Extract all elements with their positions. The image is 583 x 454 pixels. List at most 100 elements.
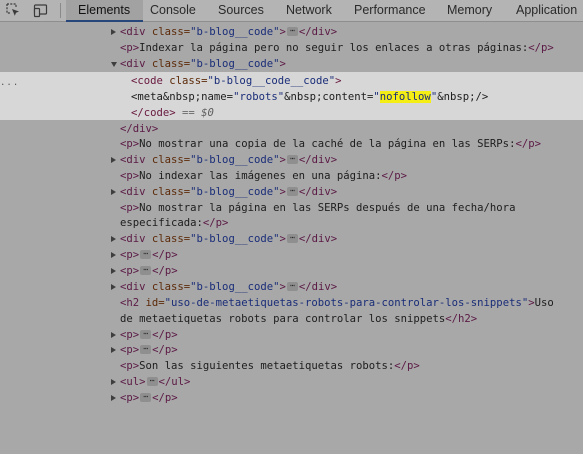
tree-node-p-collapsed[interactable]: <p> ⋯ </p>: [0, 247, 583, 263]
tab-network-label: Network: [286, 3, 332, 17]
tree-node-p[interactable]: <p>No indexar las imágenes en una página…: [0, 168, 583, 184]
ellipsis-badge[interactable]: ⋯: [146, 376, 158, 386]
ellipsis-badge[interactable]: ⋯: [286, 233, 298, 243]
tag-end: </div>: [298, 154, 338, 166]
node-text: Indexar la página pero no seguir los enl…: [139, 42, 529, 54]
attr-name: class=: [162, 75, 208, 87]
tree-node-div-collapsed[interactable]: <div class="b-blog__code"> ⋯ </div>: [0, 184, 583, 200]
expand-arrow-icon[interactable]: [111, 284, 116, 290]
ellipsis-badge[interactable]: ⋯: [286, 26, 298, 36]
tag-open: <p>: [120, 138, 140, 150]
tree-node-p-collapsed[interactable]: <p> ⋯ </p>: [0, 390, 583, 406]
tree-node-p[interactable]: <p>Son las siguientes metaetiquetas robo…: [0, 358, 583, 374]
tag-close: </p>: [515, 138, 541, 150]
expand-arrow-icon[interactable]: [111, 268, 116, 274]
devtools-toolbar: Elements Console Sources Network Perform…: [0, 0, 583, 22]
node-text: especificada:: [120, 217, 203, 229]
tag-close: >: [279, 58, 286, 70]
tree-node-p-continued[interactable]: especificada:</p>: [0, 215, 583, 231]
device-toolbar-icon[interactable]: [33, 3, 48, 18]
tag-open: <h2: [120, 297, 140, 309]
expand-arrow-icon[interactable]: [111, 236, 116, 242]
tag-end: </div>: [298, 233, 338, 245]
expand-arrow-icon[interactable]: [111, 395, 116, 401]
tree-node-p[interactable]: <p>No mostrar una copia de la caché de l…: [0, 136, 583, 152]
tag-end: </p>: [152, 265, 178, 277]
tag-end: </p>: [152, 329, 178, 341]
tag-close: </div>: [120, 123, 159, 135]
tag-open: <p>: [120, 392, 140, 404]
tree-node-text-meta[interactable]: <meta&nbsp;name="robots"&nbsp;content="n…: [0, 89, 583, 105]
node-text: No mostrar una copia de la caché de la p…: [139, 138, 516, 150]
expand-arrow-icon[interactable]: [111, 332, 116, 338]
ellipsis-badge[interactable]: ⋯: [140, 249, 152, 259]
collapse-arrow-icon[interactable]: [111, 62, 117, 67]
ellipsis-badge[interactable]: ⋯: [286, 154, 298, 164]
tag-open: <p>: [120, 344, 140, 356]
tree-node-p[interactable]: <p>Indexar la página pero no seguir los …: [0, 40, 583, 56]
tab-console[interactable]: Console: [150, 0, 196, 21]
tag-end: </ul>: [158, 376, 191, 388]
tab-console-label: Console: [150, 3, 196, 17]
tab-network[interactable]: Network: [286, 0, 332, 21]
tree-node-h2-continued[interactable]: de metaetiquetas robots para controlar l…: [0, 311, 583, 327]
tag-end: </p>: [152, 249, 178, 261]
tab-memory[interactable]: Memory: [447, 0, 492, 21]
expand-arrow-icon[interactable]: [111, 189, 116, 195]
expand-arrow-icon[interactable]: [111, 347, 116, 353]
ellipsis-badge[interactable]: ⋯: [286, 186, 298, 196]
expand-arrow-icon[interactable]: [111, 252, 116, 258]
tag-open: <p>: [120, 265, 140, 277]
tab-elements[interactable]: Elements: [66, 0, 143, 22]
attr-name: class=: [145, 233, 191, 245]
expand-arrow-icon[interactable]: [111, 157, 116, 163]
tab-application[interactable]: Application: [516, 0, 577, 21]
attr-value: "b-blog__code": [190, 281, 280, 293]
attr-value: "b-blog__code": [190, 58, 280, 70]
inspect-element-icon[interactable]: [6, 3, 21, 18]
node-text: de metaetiquetas robots para controlar l…: [120, 313, 446, 325]
tag-close: >: [335, 75, 342, 87]
ellipsis-badge[interactable]: ⋯: [140, 344, 152, 354]
tag-close: >: [279, 26, 286, 38]
ellipsis-badge[interactable]: ⋯: [140, 265, 152, 275]
expand-arrow-icon[interactable]: [111, 29, 116, 35]
attr-name: class=: [145, 281, 191, 293]
tree-node-h2[interactable]: <h2 id="uso-de-metaetiquetas-robots-para…: [0, 295, 583, 311]
tree-node-div-collapsed[interactable]: <div class="b-blog__code"> ⋯ </div>: [0, 152, 583, 168]
tree-node-p[interactable]: <p>No mostrar la página en las SERPs des…: [0, 200, 583, 216]
tree-node-p-collapsed[interactable]: <p> ⋯ </p>: [0, 327, 583, 343]
ellipsis-badge[interactable]: ⋯: [286, 281, 298, 291]
tree-node-div-collapsed[interactable]: <div class="b-blog__code"> ⋯ </div>: [0, 279, 583, 295]
tree-node-code-close[interactable]: </code> == $0: [0, 105, 583, 121]
tag-close: >: [279, 154, 286, 166]
toolbar-divider: [60, 3, 61, 18]
tree-node-div-collapsed[interactable]: <div class="b-blog__code"> ⋯ </div>: [0, 231, 583, 247]
text-segment: "robots": [233, 91, 285, 103]
tag-open: <p>: [120, 202, 140, 214]
equals-marker: ==: [175, 107, 202, 119]
tab-memory-label: Memory: [447, 3, 493, 17]
tab-elements-label: Elements: [78, 3, 131, 17]
expand-arrow-icon[interactable]: [111, 379, 116, 385]
tab-sources[interactable]: Sources: [218, 0, 264, 21]
ellipsis-badge[interactable]: ⋯: [140, 329, 152, 339]
elements-dom-tree: ... <div class="b-blog__code"> ⋯ </div> <p…: [0, 22, 583, 407]
tag-open: <div: [120, 233, 146, 245]
tree-node-ul-collapsed[interactable]: <ul> ⋯ </ul>: [0, 374, 583, 390]
attr-value: "b-blog__code": [190, 154, 280, 166]
tag-open: <p>: [120, 42, 140, 54]
tree-node-div-expanded[interactable]: <div class="b-blog__code">: [0, 56, 583, 72]
tab-performance[interactable]: Performance: [354, 0, 426, 21]
ellipsis-badge[interactable]: ⋯: [140, 392, 152, 402]
tag-close: </code>: [131, 107, 176, 119]
tree-node-div-collapsed[interactable]: <div class="b-blog__code"> ⋯ </div>: [0, 24, 583, 40]
tag-open: <div: [120, 154, 146, 166]
tree-node-p-collapsed[interactable]: <p> ⋯ </p>: [0, 342, 583, 358]
node-text: Uso: [534, 297, 554, 309]
attr-name: class=: [145, 154, 191, 166]
tree-node-code-selected[interactable]: <code class="b-blog__code__code">: [0, 73, 583, 89]
tree-node-p-collapsed[interactable]: <p> ⋯ </p>: [0, 263, 583, 279]
tree-node-div-close[interactable]: </div>: [0, 121, 583, 137]
tag-close: </p>: [381, 170, 408, 182]
